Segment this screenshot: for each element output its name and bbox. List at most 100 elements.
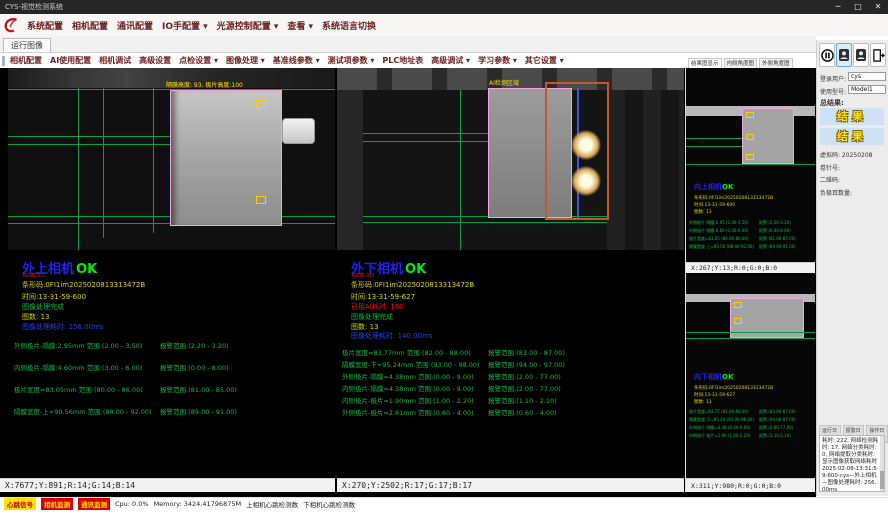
menu-camera-config[interactable]: 相机配置	[72, 19, 108, 32]
camera-monitor-badge: 相机监测	[41, 498, 73, 510]
maximize-icon[interactable]: □	[852, 0, 864, 14]
close-icon[interactable]: ✕	[872, 0, 884, 14]
titlebar: CYS-视觉检测系统 ─ □ ✕	[0, 0, 888, 14]
time-text: 时间:13-31-59-627	[351, 292, 415, 302]
needle-number-label: 卷针号:	[820, 163, 840, 172]
pause-icon	[821, 49, 834, 62]
result-box-1: 结果	[820, 108, 884, 125]
process-done-text: 图像处理完成	[351, 312, 393, 322]
tab-count-label: 负极耳数量:	[820, 188, 852, 197]
measurement-row: 隔膜宽度-上=90.56mm 范围:(88.00 - 92.00)报警范围:(8…	[14, 406, 237, 416]
sidebar-buttons	[819, 43, 886, 67]
coordinate-bar-left: X:7677;Y:891;R:14;G:14;B:14	[0, 478, 335, 492]
menu-system-config[interactable]: 系统配置	[27, 19, 63, 32]
measurement-row: 隔膜宽度-下=95.24 (93.00-98.00)报警:(94.00-97.0…	[689, 417, 796, 423]
coordinate-bar-inner-upper: X:267;Y:13;R:0;G:0;B:0	[686, 262, 815, 273]
roi-marker	[746, 154, 754, 160]
ng-note: NG数:0/1	[23, 272, 45, 279]
guide-line	[686, 146, 742, 147]
process-time-text: 图像处理耗时: 256.00ms	[22, 322, 104, 332]
login-user-button[interactable]	[836, 43, 852, 67]
virtual-code-label: 虚拟码: 20250208	[820, 150, 872, 159]
measurement-row: 内侧极片-隔膜=4.38mm 范围:(0.00 - 9.00)报警范围:(2.0…	[342, 383, 561, 393]
camera-view-inner-upper[interactable]: 内上相机OK 条形码:0FI1im2025020813313472B 时间:13…	[686, 68, 815, 262]
result-ok: OK	[76, 262, 97, 277]
app-window: CYS-视觉检测系统 ─ □ ✕ 系统配置 相机配置 通讯配置 IO手配置 ▾ …	[0, 0, 888, 522]
camera-view-outer-upper[interactable]: 隔膜高度: 93. 极片高度:100 外上相机OK NG数:0/1 条形码:0F…	[8, 68, 335, 478]
menu-bar: 系统配置 相机配置 通讯配置 IO手配置 ▾ 光源控制配置 ▾ 查看 ▾ 系统语…	[0, 14, 888, 36]
menu-view[interactable]: 查看 ▾	[287, 19, 313, 32]
log-output[interactable]: 耗时: 222, 网络检测耗时: 17, 网络分类耗时: 0, 网络提取分类耗时…	[819, 435, 885, 492]
machine-column	[607, 90, 684, 250]
upper-camera-heartbeat: 上相机心跳检测数	[246, 499, 298, 509]
measurement-row: 隔膜宽度-上=90.56 (88.00-92.00)报警:(89.00-91.0…	[689, 244, 796, 250]
time-text: 时间:13-31-59-600	[22, 292, 86, 302]
measurement-row: 外侧极片-隔膜=4.38 (0.00-9.00)报警:(2.00-77.00)	[689, 425, 793, 431]
tool-advanced-settings[interactable]: 高级设置	[139, 55, 171, 66]
ng-note: NG数:0/0	[352, 272, 374, 279]
barcode-text: 条形码:0FI1im2025020813313472B	[351, 280, 474, 290]
tool-camera-debug[interactable]: 相机调试	[99, 55, 131, 66]
login-user-field[interactable]: cys	[848, 72, 886, 81]
roi-marker	[734, 302, 742, 308]
app-logo-icon	[3, 16, 21, 34]
memory-usage: Memory: 3424.41796875M	[154, 500, 242, 508]
tool-learning-params[interactable]: 学习参数 ▾	[478, 55, 517, 66]
pause-button[interactable]	[819, 43, 835, 67]
process-done-text: 图像处理完成	[22, 302, 64, 312]
frame-count-text: 图数: 13	[694, 209, 712, 215]
user-icon	[855, 48, 867, 62]
tool-camera-config[interactable]: 相机配置	[10, 55, 42, 66]
roi-marker	[746, 134, 754, 140]
model-label: 使用型号:	[820, 87, 846, 96]
part-region	[170, 90, 282, 226]
model-field[interactable]: Model1	[848, 85, 886, 94]
measurement-row: 内侧极片-极片=1.90 (1.00-2.20)报警:(1.10-2.10)	[689, 433, 791, 439]
tab-inner-angle[interactable]: 内侧角度图	[724, 58, 758, 68]
tool-plc-address[interactable]: PLC地址表	[382, 55, 423, 66]
tab-glow	[571, 166, 601, 196]
measurement-row: 极片宽度=83.05 (80.00-86.00)报警:(81.00-85.00)	[689, 236, 796, 242]
camera-view-inner-lower[interactable]: 内下相机OK 条形码:0FI1im2025020813313472B 时间:13…	[686, 276, 815, 478]
measurement-row: 极片宽度=83.05mm 范围:(80.00 - 86.00)报警范围:(81.…	[14, 384, 237, 394]
menu-language-switch[interactable]: 系统语言切换	[322, 19, 376, 32]
heartbeat-badge: 心跳信号	[4, 498, 36, 510]
guide-line	[686, 164, 815, 165]
login-user-label: 登录用户:	[820, 74, 846, 83]
frame-count-text: 图数: 13	[22, 312, 50, 322]
log-text: 耗时: 222, 网络检测耗时: 17, 网络分类耗时: 0, 网络提取分类耗时…	[822, 438, 878, 492]
camera-title: 内上相机OK	[694, 182, 733, 192]
tool-test-params[interactable]: 测试项参数 ▾	[328, 55, 375, 66]
tool-ai-config[interactable]: AI使用配置	[50, 55, 91, 66]
minimize-icon[interactable]: ─	[832, 0, 844, 14]
tab-result-image[interactable]: 结果图显示	[688, 58, 722, 68]
menu-light-config[interactable]: 光源控制配置 ▾	[217, 19, 279, 32]
tool-spot-check[interactable]: 点检设置 ▾	[179, 55, 218, 66]
camera-view-outer-lower[interactable]: AI检测区域 外下相机OK NG数:0/0 条形码:0FI1im20250208…	[337, 68, 684, 478]
guide-line	[686, 138, 742, 139]
toolbar-grip	[2, 56, 5, 66]
tab-run-image[interactable]: 运行图像	[3, 38, 51, 52]
measurement-row: 内侧极片-隔膜:4.60 (3.00-6.00)报警:(0.00-8.00)	[689, 228, 791, 234]
menu-io-config[interactable]: IO手配置 ▾	[162, 19, 208, 32]
measurement-row: 隔膜宽度-下=95.24mm 范围:(93.00 - 98.00)报警范围:(9…	[342, 359, 565, 369]
coordinate-bar-middle: X:270;Y:2502;R:17;G:17;B:17	[337, 478, 684, 492]
result-ok: OK	[405, 262, 426, 277]
roi-marker	[256, 196, 266, 204]
scene-label: AI检测区域	[489, 78, 519, 87]
log-scrollbar-thumb[interactable]	[880, 471, 884, 489]
operator-button[interactable]	[853, 43, 869, 67]
machine-column	[337, 90, 363, 250]
log-scrollbar[interactable]	[880, 436, 884, 491]
tool-image-process[interactable]: 图像处理 ▾	[226, 55, 265, 66]
menu-comm-config[interactable]: 通讯配置	[117, 19, 153, 32]
tab-outer-angle[interactable]: 外侧角度图	[759, 58, 793, 68]
tool-baseline-params[interactable]: 基准线参数 ▾	[273, 55, 320, 66]
tool-other-settings[interactable]: 其它设置 ▾	[525, 55, 564, 66]
measurement-row: 外侧极片-隔膜:2.95 (2.00-3.50)报警:(2.20-3.20)	[689, 220, 791, 226]
roi-marker	[734, 318, 742, 324]
ai-time-text: 已用AI耗时: 160	[351, 302, 404, 312]
tool-advanced-debug[interactable]: 高级调试 ▾	[431, 55, 470, 66]
exit-button[interactable]	[870, 43, 886, 67]
guide-line	[686, 332, 815, 333]
